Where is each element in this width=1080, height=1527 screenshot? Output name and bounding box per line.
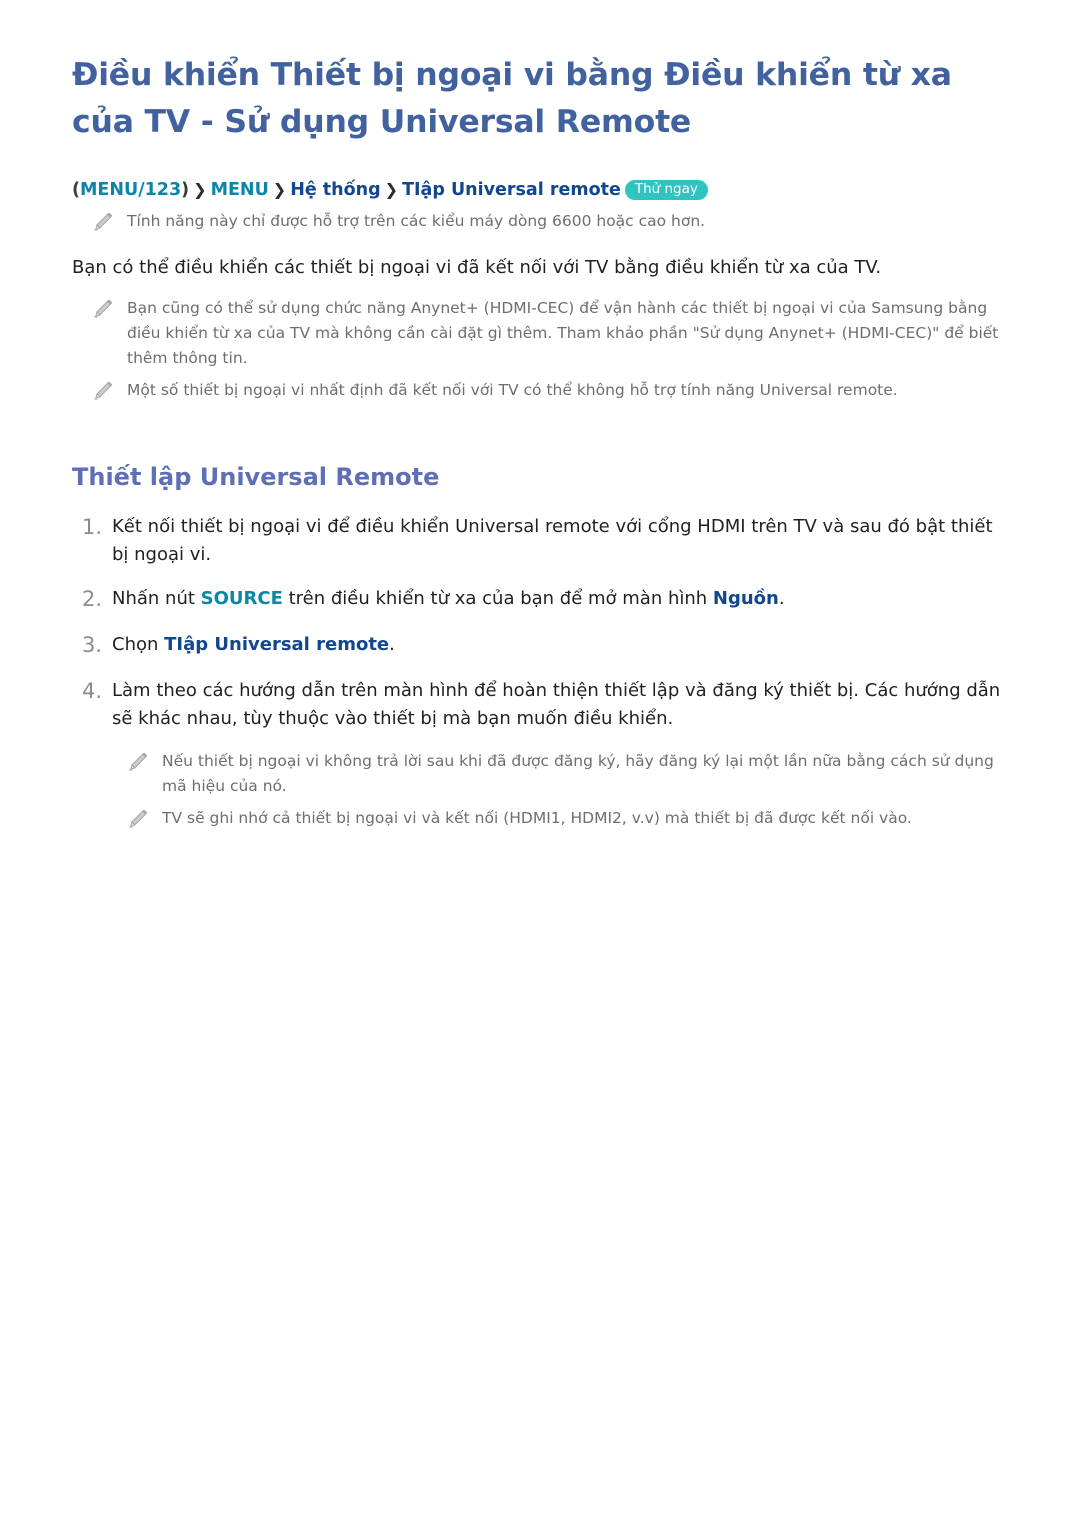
breadcrumb-key-menu123[interactable]: MENU/123 <box>80 180 181 200</box>
setup-steps-list: 1. Kết nối thiết bị ngoại vi để điều khi… <box>72 513 1018 732</box>
step-number: 2. <box>82 587 103 612</box>
step-text: Chọn TIập Universal remote. <box>112 631 395 659</box>
section-heading-setup: Thiết lập Universal Remote <box>72 463 440 492</box>
pencil-icon <box>94 212 113 231</box>
step-text-after: . <box>389 634 395 655</box>
step-notes-group: Nếu thiết bị ngoại vi không trả lời sau … <box>72 749 1018 831</box>
pencil-icon <box>94 381 113 401</box>
pencil-icon <box>94 299 113 318</box>
keyword-source-button: SOURCE <box>200 588 283 610</box>
breadcrumb-separator-icon: ❯ <box>384 180 399 200</box>
breadcrumb-key-menu[interactable]: MENU <box>211 180 269 200</box>
step-item: 2. Nhấn nút SOURCE trên điều khiển từ xa… <box>72 585 1018 615</box>
note-reregister: Nếu thiết bị ngoại vi không trả lời sau … <box>72 749 1018 799</box>
note-unsupported-devices-text: Một số thiết bị ngoại vi nhất định đã kế… <box>127 381 898 400</box>
page-title: Điều khiển Thiết bị ngoại vi bằng Điều k… <box>72 57 952 140</box>
note-tv-memory-text: TV sẽ ghi nhớ cả thiết bị ngoại vi và kế… <box>162 808 912 827</box>
note-top: Tính năng này chỉ được hỗ trợ trên các k… <box>72 209 1018 234</box>
try-now-badge[interactable]: Thử ngay <box>624 180 708 201</box>
intro-paragraph: Bạn có thể điều khiển các thiết bị ngoại… <box>72 257 882 279</box>
note-anynet: Bạn cũng có thể sử dụng chức năng Anynet… <box>72 296 1018 371</box>
breadcrumb-open-paren: ( <box>72 180 80 201</box>
keyword-universal-remote-setup: TIập Universal remote <box>164 634 390 655</box>
document-page: Điều khiển Thiết bị ngoại vi bằng Điều k… <box>0 0 1080 831</box>
step-text-before: Nhấn nút <box>112 588 201 610</box>
step-text-before: Kết nối thiết bị ngoại vi để điều khiển … <box>112 516 993 566</box>
step-text-before: Làm theo các hướng dẫn trên màn hình để … <box>112 679 1001 729</box>
step-number: 3. <box>82 633 103 657</box>
pencil-icon <box>129 809 148 828</box>
step-text: Nhấn nút SOURCE trên điều khiển từ xa củ… <box>112 585 785 613</box>
step-text: Kết nối thiết bị ngoại vi để điều khiển … <box>112 513 1012 569</box>
breadcrumb-item-universal-remote[interactable]: TIập Universal remote <box>402 180 621 200</box>
step-text-middle: trên điều khiển từ xa của bạn để mở màn … <box>282 588 713 610</box>
note-anynet-text: Bạn cũng có thể sử dụng chức năng Anynet… <box>127 298 999 368</box>
breadcrumb-separator-icon: ❯ <box>272 180 287 200</box>
note-tv-memory: TV sẽ ghi nhớ cả thiết bị ngoại vi và kế… <box>72 806 1018 831</box>
step-item: 4. Làm theo các hướng dẫn trên màn hình … <box>72 677 1018 733</box>
note-unsupported-devices: Một số thiết bị ngoại vi nhất định đã kế… <box>72 378 1018 403</box>
pencil-icon <box>129 752 148 771</box>
note-top-text: Tính năng này chỉ được hỗ trợ trên các k… <box>127 211 706 230</box>
step-number: 4. <box>82 678 103 703</box>
step-text: Làm theo các hướng dẫn trên màn hình để … <box>112 677 1012 733</box>
breadcrumb-separator-icon: ❯ <box>193 180 207 200</box>
step-item: 3. Chọn TIập Universal remote. <box>72 631 1018 661</box>
keyword-source-screen: Nguồn <box>712 588 779 610</box>
menu-path-breadcrumb: (MENU/123) ❯ MENU ❯ Hệ thống ❯ TIập Universal … <box>72 179 1018 202</box>
breadcrumb-item-system[interactable]: Hệ thống <box>290 180 380 200</box>
step-text-before: Chọn <box>112 634 165 655</box>
note-reregister-text: Nếu thiết bị ngoại vi không trả lời sau … <box>162 751 994 795</box>
breadcrumb-close-paren: ) <box>181 180 190 201</box>
step-item: 1. Kết nối thiết bị ngoại vi để điều khi… <box>72 513 1018 569</box>
step-number: 1. <box>82 515 103 540</box>
step-text-after: . <box>778 588 785 610</box>
